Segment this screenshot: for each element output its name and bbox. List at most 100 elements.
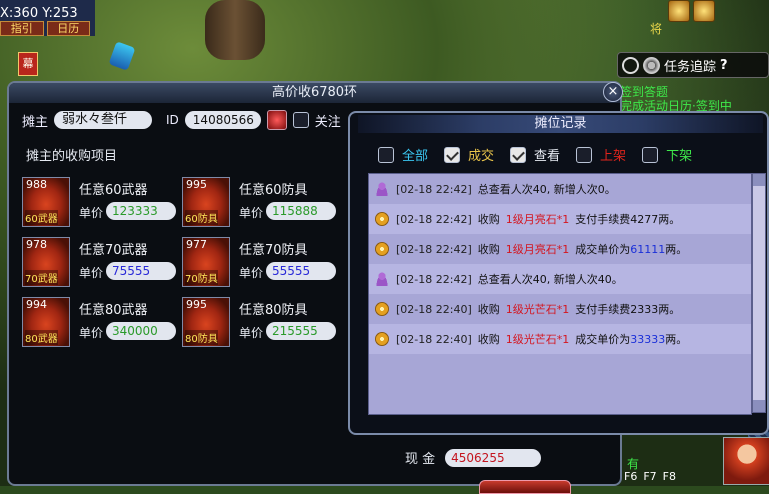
cash-row: 现 金 4506255 xyxy=(405,448,542,467)
filter-checkbox[interactable] xyxy=(642,146,659,163)
record-time: [02-18 22:42] xyxy=(396,242,472,256)
item-tag: 70防具 xyxy=(185,270,218,285)
record-filter[interactable]: 下架 xyxy=(642,145,692,164)
record-list: [02-18 22:42] 总查看人次40, 新增人次0。 [02-18 22:42… xyxy=(368,173,752,415)
owner-label: 摊主 xyxy=(22,114,49,130)
equipment-bag-icon[interactable]: 995 60防具 xyxy=(182,177,230,227)
coin-icon xyxy=(375,242,389,256)
item-count: 995 xyxy=(186,178,207,191)
record-unit: 两。 xyxy=(665,243,688,256)
gear-icon[interactable] xyxy=(643,56,660,74)
item-price: 215555 xyxy=(266,322,336,340)
clock-icon[interactable] xyxy=(622,56,639,74)
item-name: 任意70武器 xyxy=(79,243,148,258)
record-detail: 成交单价为 xyxy=(575,243,631,256)
purchase-item[interactable]: 995 60防具 任意60防具 单价 115888 xyxy=(182,177,342,229)
price-label: 单价 xyxy=(239,326,264,340)
record-filters: 全部 成交 查看 上架 下架 xyxy=(378,145,708,164)
filter-checkbox[interactable] xyxy=(444,146,461,163)
function-keys: F6 F7 F8 xyxy=(624,470,676,483)
purchase-item-grid: 988 60武器 任意60武器 单价 123333 995 60防具 任意60防… xyxy=(22,177,344,349)
purchase-item[interactable]: 988 60武器 任意60武器 单价 123333 xyxy=(22,177,182,229)
item-price: 123333 xyxy=(106,202,176,220)
equipment-bag-icon[interactable]: 995 80防具 xyxy=(182,297,230,347)
record-row: [02-18 22:42] 收购 1级月亮石*1 支付手续费4277两。 xyxy=(369,204,751,234)
record-time: [02-18 22:42] xyxy=(396,182,472,196)
window-title: 高价收6780环 xyxy=(9,83,620,103)
fkey-f8[interactable]: F8 xyxy=(663,470,676,483)
record-unit: 两。 xyxy=(665,333,688,346)
tree-trunk xyxy=(205,0,265,60)
follow-checkbox[interactable] xyxy=(292,112,309,128)
item-tag: 80防具 xyxy=(185,330,218,345)
item-tag: 60防具 xyxy=(185,210,218,225)
item-tag: 70武器 xyxy=(25,270,58,285)
help-icon[interactable]: ? xyxy=(720,58,728,73)
record-detail: 成交单价为 xyxy=(575,333,631,346)
record-filter[interactable]: 上架 xyxy=(576,145,626,164)
character-name: 将 xyxy=(650,22,663,36)
player-avatar[interactable] xyxy=(723,437,769,485)
filter-checkbox[interactable] xyxy=(576,146,593,163)
record-text: 收购 xyxy=(477,333,500,346)
filter-label: 查看 xyxy=(534,149,561,164)
calendar-button[interactable]: 日历 xyxy=(46,21,90,36)
coin-icon xyxy=(375,212,389,226)
record-time: [02-18 22:40] xyxy=(396,302,472,316)
item-price: 340000 xyxy=(106,322,176,340)
fkey-f7[interactable]: F7 xyxy=(643,470,656,483)
record-price: 33333 xyxy=(630,332,666,346)
stall-record-panel: 摊位记录 全部 成交 查看 上架 下架 [02-18 22:42] 总查看人次40… xyxy=(348,111,769,435)
purchase-item[interactable]: 977 70防具 任意70防具 单价 55555 xyxy=(182,237,342,289)
add-friend-icon[interactable] xyxy=(266,110,287,130)
filter-checkbox[interactable] xyxy=(510,146,527,163)
equipment-bag-icon[interactable]: 977 70防具 xyxy=(182,237,230,287)
item-name: 任意60武器 xyxy=(79,183,148,198)
cash-value: 4506255 xyxy=(445,448,542,467)
scroll-up-arrow-icon[interactable] xyxy=(753,174,765,186)
medal-icon[interactable] xyxy=(693,0,715,22)
record-price: 61111 xyxy=(630,242,666,256)
owner-name-field: 弱水々叁仟 xyxy=(54,111,153,129)
equipment-bag-icon[interactable]: 988 60武器 xyxy=(22,177,70,227)
item-count: 988 xyxy=(26,178,47,191)
record-item: 1级光芒石*1 xyxy=(505,303,570,316)
item-price: 75555 xyxy=(106,262,176,280)
filter-label: 上架 xyxy=(600,149,627,164)
price-label: 单价 xyxy=(79,326,104,340)
coin-icon xyxy=(375,302,389,316)
sell-button[interactable] xyxy=(479,480,571,494)
record-time: [02-18 22:42] xyxy=(396,272,472,286)
equipment-bag-icon[interactable]: 994 80武器 xyxy=(22,297,70,347)
quest-tracker-label: 任务追踪 xyxy=(664,59,717,75)
banner-flag-icon[interactable]: 幕 xyxy=(18,52,38,76)
record-scrollbar[interactable] xyxy=(752,173,766,413)
price-label: 单价 xyxy=(79,206,104,220)
filter-label: 成交 xyxy=(468,149,495,164)
scroll-down-arrow-icon[interactable] xyxy=(753,400,765,412)
item-name: 任意80防具 xyxy=(239,303,308,318)
record-title: 摊位记录 xyxy=(358,115,763,133)
item-name: 任意70防具 xyxy=(239,243,308,258)
record-filter[interactable]: 查看 xyxy=(510,145,560,164)
equipment-bag-icon[interactable]: 978 70武器 xyxy=(22,237,70,287)
person-icon xyxy=(375,182,389,196)
skill-icon[interactable] xyxy=(668,0,690,22)
purchase-item[interactable]: 994 80武器 任意80武器 单价 340000 xyxy=(22,297,182,349)
record-time: [02-18 22:40] xyxy=(396,332,472,346)
guide-button[interactable]: 指引 xyxy=(0,21,44,36)
top-left-hud: X:360 Y:253 指引 日历 xyxy=(0,0,95,36)
record-item: 1级光芒石*1 xyxy=(505,333,570,346)
purchase-item[interactable]: 978 70武器 任意70武器 单价 75555 xyxy=(22,237,182,289)
close-button[interactable]: × xyxy=(603,82,623,102)
filter-label: 全部 xyxy=(402,149,429,164)
record-filter[interactable]: 全部 xyxy=(378,145,428,164)
person-icon xyxy=(375,272,389,286)
filter-checkbox[interactable] xyxy=(378,146,394,163)
purchase-item[interactable]: 995 80防具 任意80防具 单价 215555 xyxy=(182,297,342,349)
record-item: 1级月亮石*1 xyxy=(505,243,570,256)
quest-tracker-bar[interactable]: 任务追踪 ? xyxy=(617,52,769,78)
record-filter[interactable]: 成交 xyxy=(444,145,494,164)
record-text: 收购 xyxy=(477,243,500,256)
fkey-f6[interactable]: F6 xyxy=(624,470,637,483)
